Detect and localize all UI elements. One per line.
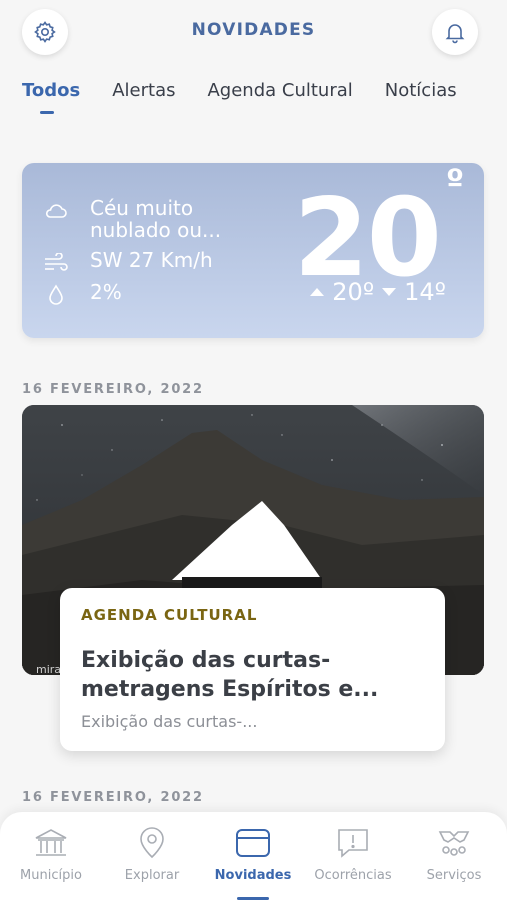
feed-date: 16 FEVEREIRO, 2022: [22, 790, 204, 805]
image-caption: mira: [36, 663, 62, 675]
current-temperature: 20 º: [293, 163, 464, 301]
bell-icon: [445, 24, 465, 44]
precipitation-value: 2%: [90, 280, 122, 304]
filter-tabs: Todos Alertas Agenda Cultural Notícias: [22, 80, 489, 114]
temperature-range: 20º 14º: [310, 278, 446, 306]
nav-ocorrencias[interactable]: Ocorrências: [303, 824, 403, 883]
tab-agenda-cultural[interactable]: Agenda Cultural: [207, 80, 352, 114]
cloud-icon: [42, 197, 70, 225]
top-bar: NOVIDADES: [0, 0, 507, 70]
services-icon: [404, 824, 504, 862]
weather-condition: Céu muito nublado ou...: [90, 196, 222, 242]
notifications-button[interactable]: [432, 9, 478, 55]
degree-symbol: º: [445, 163, 464, 200]
feed-date: 16 FEVEREIRO, 2022: [22, 382, 204, 397]
news-category: AGENDA CULTURAL: [81, 606, 258, 624]
alert-chat-icon: [303, 824, 403, 862]
drop-icon: [42, 281, 70, 309]
map-pin-icon: [102, 824, 202, 862]
nav-municipio[interactable]: Município: [1, 824, 101, 883]
wind-icon: [42, 249, 70, 277]
news-card-icon: [203, 824, 303, 862]
news-subtitle: Exibição das curtas-...: [81, 712, 258, 731]
min-temperature: 14º: [404, 278, 446, 306]
arrow-up-icon: [310, 288, 325, 296]
nav-label: Município: [20, 868, 82, 883]
nav-label: Ocorrências: [314, 868, 392, 883]
weather-card[interactable]: Céu muito nublado ou... SW 27 Km/h 2% 20…: [22, 163, 484, 338]
page-title: NOVIDADES: [191, 20, 316, 40]
nav-label: Novidades: [214, 868, 292, 883]
nav-label: Explorar: [124, 868, 180, 883]
nav-explorar[interactable]: Explorar: [102, 824, 202, 883]
tab-noticias[interactable]: Notícias: [385, 80, 457, 114]
nav-label: Serviços: [426, 868, 482, 883]
arrow-down-icon: [382, 288, 397, 296]
nav-servicos[interactable]: Serviços: [404, 824, 504, 883]
news-card[interactable]: AGENDA CULTURAL Exibição das curtas-metr…: [60, 588, 445, 751]
max-temperature: 20º: [332, 278, 375, 306]
news-title: Exibição das curtas-metragens Espíritos …: [81, 648, 379, 702]
tab-alertas[interactable]: Alertas: [112, 80, 175, 114]
tab-todos[interactable]: Todos: [22, 80, 80, 114]
building-icon: [1, 824, 101, 862]
nav-novidades[interactable]: Novidades: [203, 824, 303, 883]
bottom-navigation: Município Explorar Novidades Ocorrências…: [0, 812, 507, 900]
wind-value: SW 27 Km/h: [90, 248, 213, 272]
